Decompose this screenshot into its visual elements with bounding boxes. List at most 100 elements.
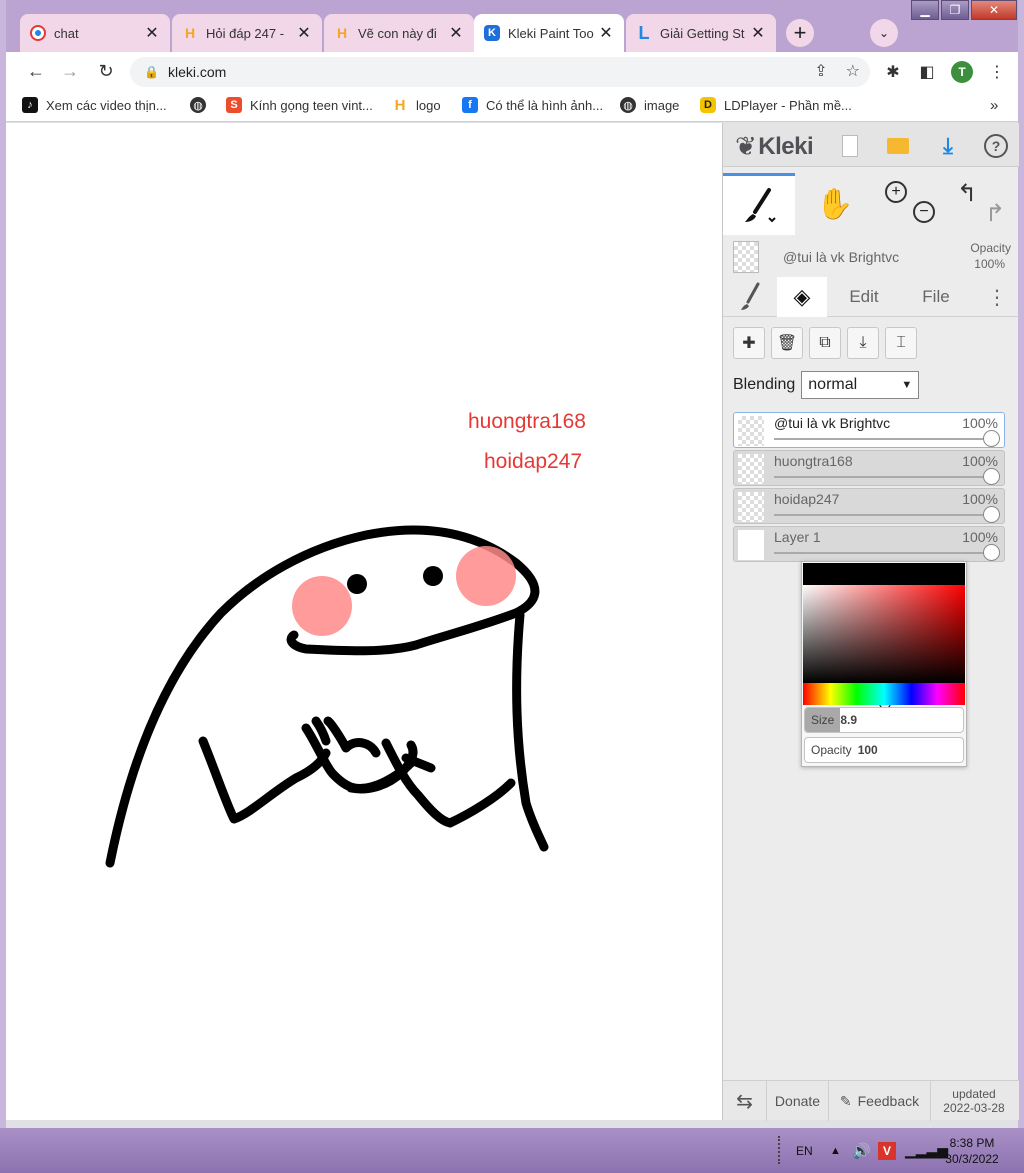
layer-opacity-handle[interactable] xyxy=(983,430,1000,447)
plus-icon: ✚ xyxy=(742,335,756,352)
antivirus-tray[interactable]: V xyxy=(878,1128,896,1173)
new-file-button[interactable] xyxy=(835,131,865,161)
layer-opacity-slider[interactable] xyxy=(774,514,994,516)
kleki-logo-text: Kleki xyxy=(758,132,814,160)
tab-brush[interactable] xyxy=(727,277,775,317)
open-folder-button[interactable] xyxy=(883,131,913,161)
layer-opacity-handle[interactable] xyxy=(983,506,1000,523)
layer-opacity-handle[interactable] xyxy=(983,468,1000,485)
zoom-tool-button[interactable]: + − xyxy=(873,173,943,235)
tab-label: Kleki Paint Too xyxy=(508,25,594,41)
tab-edit[interactable]: Edit xyxy=(833,277,895,317)
star-icon[interactable]: ☆ xyxy=(846,61,860,81)
layer-actions: ✚ 🗑 ⧉ ⤓ ⌶ xyxy=(733,327,917,361)
hue-slider[interactable] xyxy=(803,683,965,705)
volume-icon[interactable]: 🔊 xyxy=(852,1128,871,1173)
swap-icon: ⇆ xyxy=(736,1090,753,1113)
maximize-button[interactable]: ❐ xyxy=(941,0,969,20)
tab-chat[interactable]: chat ✕ xyxy=(20,14,170,52)
blending-select[interactable]: normal ▼ xyxy=(801,371,920,399)
size-value: 8.9 xyxy=(840,713,858,727)
language-indicator[interactable]: EN xyxy=(796,1128,813,1173)
zoom-in-icon[interactable]: + xyxy=(885,181,907,203)
tab-hoidap[interactable]: H Hỏi đáp 247 - ✕ xyxy=(172,14,322,52)
browser-toolbar: ← → ↻ 🔒 kleki.com ⇪ ☆ ✱ ◧ T ⋮ xyxy=(6,52,1018,90)
share-icon[interactable]: ⇪ xyxy=(814,61,827,81)
tool-row: ✋ + − ↰ ↱ xyxy=(723,173,1019,235)
more-options-button[interactable]: ⋮ xyxy=(979,277,1015,317)
close-icon[interactable]: ✕ xyxy=(448,23,464,43)
add-layer-button[interactable]: ✚ xyxy=(733,327,765,359)
close-icon[interactable]: ✕ xyxy=(598,23,614,43)
opacity-slider[interactable]: Opacity 100 xyxy=(804,737,964,763)
duplicate-layer-button[interactable]: ⧉ xyxy=(809,327,841,359)
bookmarks-more-button[interactable]: » xyxy=(990,97,998,114)
extensions-icon[interactable]: ✱ xyxy=(882,61,904,83)
tab-kleki[interactable]: K Kleki Paint Too ✕ xyxy=(474,14,624,52)
close-icon[interactable]: ✕ xyxy=(296,23,312,43)
minimize-button[interactable]: ▁ xyxy=(911,0,939,20)
tab-giai[interactable]: L Giải Getting St ✕ xyxy=(626,14,776,52)
chevron-down-icon: ⌄ xyxy=(878,26,890,40)
merge-layer-button[interactable]: ⤓ xyxy=(847,327,879,359)
tab-ve-con[interactable]: H Vẽ con này đi ✕ xyxy=(324,14,474,52)
close-window-button[interactable]: ✕ xyxy=(971,0,1017,20)
layer-opacity-slider[interactable] xyxy=(774,476,994,478)
saturation-value-area[interactable] xyxy=(803,585,965,708)
zoom-out-icon[interactable]: − xyxy=(913,201,935,223)
globe-icon: ◍ xyxy=(190,97,206,113)
feedback-button[interactable]: ✎ Feedback xyxy=(829,1081,931,1121)
reload-button[interactable]: ↻ xyxy=(94,59,118,83)
bookmark-image[interactable]: ◍ image xyxy=(620,97,679,113)
forward-button[interactable]: → xyxy=(58,59,82,83)
redo-icon[interactable]: ↱ xyxy=(985,199,1005,228)
rename-layer-button[interactable]: ⌶ xyxy=(885,327,917,359)
layer-item[interactable]: hoidap247 100% xyxy=(733,488,1005,524)
layer-item[interactable]: @tui là vk Brightvc 100% xyxy=(733,412,1005,448)
layer-thumbnail xyxy=(733,241,759,273)
bookmark-logo[interactable]: H logo xyxy=(392,97,441,114)
layer-name: Layer 1 xyxy=(774,529,821,545)
download-button[interactable]: ⤓ xyxy=(933,131,963,161)
canvas-text-huongtra: huongtra168 xyxy=(468,410,586,433)
address-bar[interactable]: 🔒 kleki.com ⇪ ☆ xyxy=(130,57,870,87)
tab-file[interactable]: File xyxy=(905,277,967,317)
bookmark-facebook[interactable]: f Có thể là hình ảnh... xyxy=(462,97,603,113)
new-tab-button[interactable]: + xyxy=(786,19,814,47)
drawing-canvas[interactable]: huongtra168 hoidap247 xyxy=(6,123,722,1120)
donate-button[interactable]: Donate xyxy=(767,1081,829,1121)
tab-search-button[interactable]: ⌄ xyxy=(870,19,898,47)
tab-layers[interactable]: ◈ xyxy=(777,277,827,317)
side-panel-icon[interactable]: ◧ xyxy=(916,61,938,83)
show-hidden-icons[interactable]: ▲ xyxy=(830,1128,841,1173)
bookmark-tiktok[interactable]: ♪ Xem các video thịn... xyxy=(22,97,167,113)
hand-tool-button[interactable]: ✋ xyxy=(801,173,869,235)
bookmark-label: LDPlayer - Phần mề... xyxy=(724,97,852,113)
menu-icon[interactable]: ⋮ xyxy=(986,61,1008,83)
undo-icon[interactable]: ↰ xyxy=(957,179,977,208)
layer-item[interactable]: huongtra168 100% xyxy=(733,450,1005,486)
updated-info[interactable]: updated 2022-03-28 xyxy=(931,1081,1017,1121)
bookmark-globe[interactable]: ◍ xyxy=(190,97,214,113)
layer-opacity-handle[interactable] xyxy=(983,544,1000,561)
bookmark-ldplayer[interactable]: D LDPlayer - Phần mề... xyxy=(700,97,852,113)
help-button[interactable]: ? xyxy=(981,131,1011,161)
close-icon[interactable]: ✕ xyxy=(750,23,766,43)
chat-favicon-icon xyxy=(30,25,46,41)
layer-opacity: 100% xyxy=(962,491,998,507)
close-icon[interactable]: ✕ xyxy=(144,23,160,43)
delete-layer-button[interactable]: 🗑 xyxy=(771,327,803,359)
bookmark-shopee[interactable]: S Kính gọng teen vint... xyxy=(226,97,373,113)
layer-opacity-slider[interactable] xyxy=(774,438,994,440)
brush-tool-button[interactable] xyxy=(723,173,795,235)
layer-opacity-slider[interactable] xyxy=(774,552,994,554)
size-slider[interactable]: Size 8.9 xyxy=(804,707,964,733)
kleki-logo: ❦ Kleki xyxy=(735,131,814,162)
kleki-header: ❦ Kleki ⤓ ? xyxy=(723,123,1019,167)
kleki-footer: ⇆ Donate ✎ Feedback updated 2022-03-28 xyxy=(723,1080,1019,1121)
avatar[interactable]: T xyxy=(951,61,973,83)
back-button[interactable]: ← xyxy=(24,59,48,83)
swap-side-button[interactable]: ⇆ xyxy=(723,1081,767,1121)
clock[interactable]: 8:38 PM 30/3/2022 xyxy=(940,1128,1004,1173)
layer-item[interactable]: Layer 1 100% xyxy=(733,526,1005,562)
